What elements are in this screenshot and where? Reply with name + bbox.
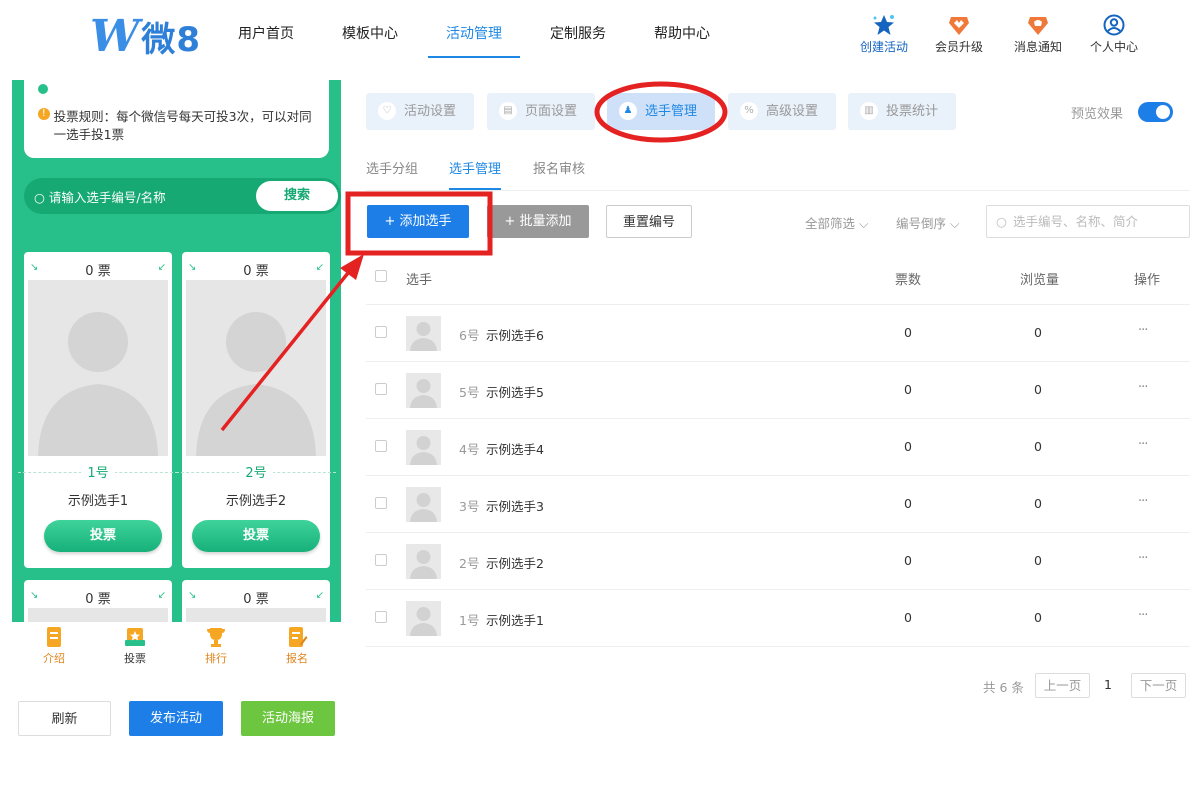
annotation-circle	[594, 81, 728, 143]
annotation-overlay	[220, 81, 728, 432]
annotation-rectangle	[345, 191, 493, 256]
annotation-arrow-line	[220, 266, 354, 432]
